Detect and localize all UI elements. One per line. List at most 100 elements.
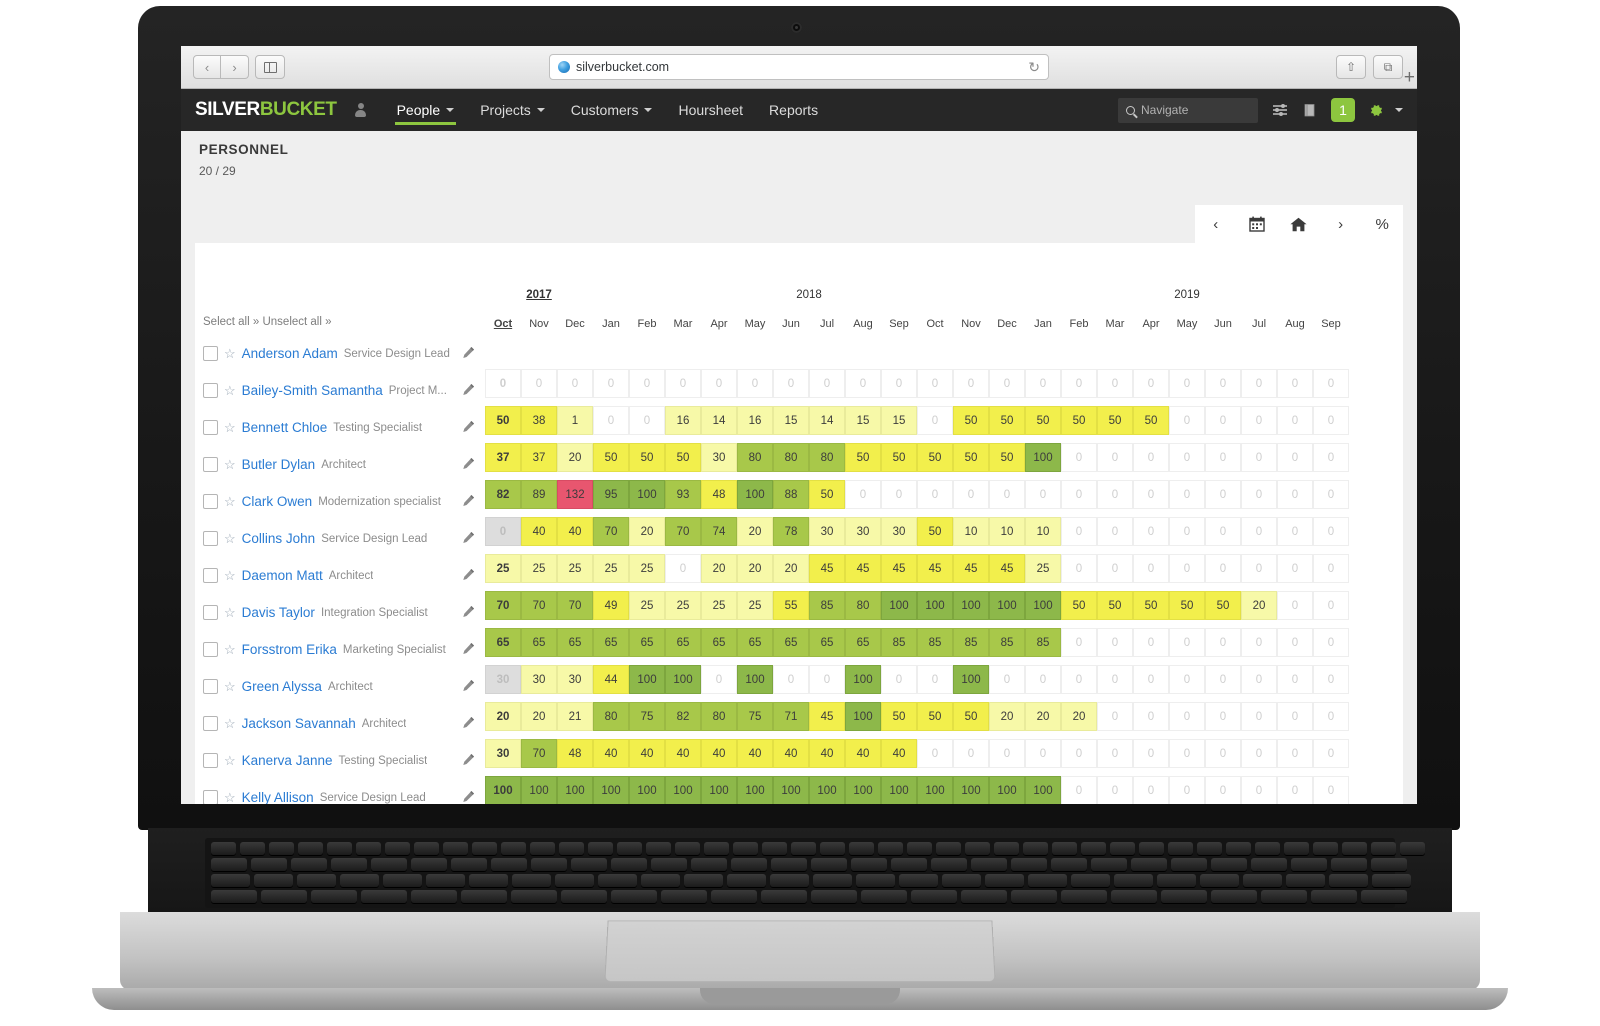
allocation-cell[interactable]: 74 xyxy=(701,517,737,546)
allocation-cell[interactable]: 14 xyxy=(701,406,737,435)
allocation-cell[interactable]: 65 xyxy=(485,628,521,657)
allocation-cell[interactable]: 0 xyxy=(1133,517,1169,546)
allocation-cell[interactable]: 85 xyxy=(953,628,989,657)
allocation-cell[interactable]: 25 xyxy=(521,554,557,583)
allocation-cell[interactable]: 48 xyxy=(701,480,737,509)
allocation-cell[interactable]: 45 xyxy=(917,554,953,583)
allocation-cell[interactable]: 0 xyxy=(665,369,701,398)
allocation-cell[interactable]: 45 xyxy=(845,554,881,583)
allocation-cell[interactable]: 75 xyxy=(737,702,773,731)
person-row[interactable]: ☆ Kelly Allison Service Design Lead xyxy=(195,779,485,804)
allocation-cell[interactable]: 50 xyxy=(953,443,989,472)
favorite-star-icon[interactable]: ☆ xyxy=(224,754,236,767)
allocation-cell[interactable]: 50 xyxy=(917,702,953,731)
month-header-cell[interactable]: May xyxy=(737,318,773,330)
allocation-cell[interactable]: 0 xyxy=(1205,480,1241,509)
allocation-cell[interactable]: 40 xyxy=(629,739,665,768)
allocation-cell[interactable]: 100 xyxy=(1025,443,1061,472)
allocation-cell[interactable]: 100 xyxy=(881,591,917,620)
person-name[interactable]: Jackson Savannah xyxy=(242,716,356,731)
allocation-cell[interactable]: 40 xyxy=(809,739,845,768)
allocation-cell[interactable]: 50 xyxy=(1097,406,1133,435)
allocation-cell[interactable]: 80 xyxy=(809,443,845,472)
allocation-cell[interactable]: 0 xyxy=(953,369,989,398)
allocation-cell[interactable]: 40 xyxy=(881,739,917,768)
allocation-cell[interactable]: 16 xyxy=(665,406,701,435)
allocation-cell[interactable]: 80 xyxy=(701,702,737,731)
allocation-cell[interactable]: 0 xyxy=(1061,480,1097,509)
allocation-cell[interactable]: 85 xyxy=(881,628,917,657)
person-checkbox[interactable] xyxy=(203,494,218,509)
favorite-star-icon[interactable]: ☆ xyxy=(224,347,236,360)
allocation-cell[interactable]: 0 xyxy=(1205,628,1241,657)
allocation-cell[interactable]: 0 xyxy=(1313,406,1349,435)
allocation-cell[interactable]: 0 xyxy=(1277,443,1313,472)
allocation-cell[interactable]: 50 xyxy=(1133,591,1169,620)
allocation-cell[interactable]: 50 xyxy=(881,702,917,731)
favorite-star-icon[interactable]: ☆ xyxy=(224,606,236,619)
allocation-cell[interactable]: 50 xyxy=(989,443,1025,472)
percent-toggle-button[interactable]: % xyxy=(1367,210,1397,238)
allocation-cell[interactable]: 0 xyxy=(1061,369,1097,398)
allocation-cell[interactable]: 49 xyxy=(593,591,629,620)
allocation-cell[interactable]: 0 xyxy=(1133,776,1169,804)
allocation-cell[interactable]: 100 xyxy=(917,776,953,804)
allocation-cell[interactable]: 65 xyxy=(557,628,593,657)
allocation-cell[interactable]: 0 xyxy=(1061,665,1097,694)
previous-period-button[interactable]: ‹ xyxy=(1201,210,1231,238)
allocation-cell[interactable]: 0 xyxy=(1169,443,1205,472)
allocation-cell[interactable]: 82 xyxy=(665,702,701,731)
allocation-cell[interactable]: 0 xyxy=(1097,776,1133,804)
person-row[interactable]: ☆ Butler Dylan Architect xyxy=(195,446,485,483)
allocation-cell[interactable]: 100 xyxy=(953,591,989,620)
allocation-cell[interactable]: 0 xyxy=(1025,665,1061,694)
allocation-cell[interactable]: 40 xyxy=(557,517,593,546)
allocation-cell[interactable]: 30 xyxy=(845,517,881,546)
person-checkbox[interactable] xyxy=(203,420,218,435)
allocation-cell[interactable]: 0 xyxy=(1313,554,1349,583)
allocation-cell[interactable]: 48 xyxy=(557,739,593,768)
month-header-cell[interactable]: Mar xyxy=(665,318,701,330)
allocation-cell[interactable]: 0 xyxy=(1313,480,1349,509)
allocation-cell[interactable]: 0 xyxy=(1061,739,1097,768)
allocation-cell[interactable]: 75 xyxy=(629,702,665,731)
allocation-cell[interactable]: 0 xyxy=(1277,480,1313,509)
allocation-cell[interactable]: 0 xyxy=(989,369,1025,398)
allocation-cell[interactable]: 0 xyxy=(1241,628,1277,657)
allocation-cell[interactable]: 80 xyxy=(773,443,809,472)
notification-badge[interactable]: 1 xyxy=(1331,98,1355,122)
person-checkbox[interactable] xyxy=(203,383,218,398)
nav-item-projects[interactable]: Projects xyxy=(467,89,558,131)
person-row[interactable]: ☆ Bailey-Smith Samantha Project M... xyxy=(195,372,485,409)
month-header-cell[interactable]: Apr xyxy=(1133,318,1169,330)
allocation-cell[interactable]: 0 xyxy=(773,665,809,694)
allocation-cell[interactable]: 100 xyxy=(665,776,701,804)
favorite-star-icon[interactable]: ☆ xyxy=(224,495,236,508)
allocation-cell[interactable]: 0 xyxy=(1133,665,1169,694)
allocation-cell[interactable]: 100 xyxy=(881,776,917,804)
allocation-cell[interactable]: 0 xyxy=(1169,517,1205,546)
allocation-cell[interactable]: 0 xyxy=(1097,702,1133,731)
allocation-cell[interactable]: 70 xyxy=(593,517,629,546)
person-row[interactable]: ☆ Daemon Matt Architect xyxy=(195,557,485,594)
allocation-cell[interactable]: 45 xyxy=(809,554,845,583)
allocation-cell[interactable]: 100 xyxy=(917,591,953,620)
allocation-cell[interactable]: 132 xyxy=(557,480,593,509)
browser-forward-button[interactable]: › xyxy=(221,55,249,79)
app-logo[interactable]: SILVERBUCKET xyxy=(195,99,337,121)
allocation-cell[interactable]: 0 xyxy=(1241,776,1277,804)
person-row[interactable]: ☆ Davis Taylor Integration Specialist xyxy=(195,594,485,631)
allocation-cell[interactable]: 0 xyxy=(1133,554,1169,583)
allocation-cell[interactable]: 0 xyxy=(1277,369,1313,398)
person-name[interactable]: Kelly Allison xyxy=(242,790,314,804)
month-header-cell[interactable]: Jan xyxy=(1025,318,1061,330)
allocation-cell[interactable]: 30 xyxy=(809,517,845,546)
person-checkbox[interactable] xyxy=(203,790,218,804)
allocation-cell[interactable]: 85 xyxy=(917,628,953,657)
edit-pencil-icon[interactable] xyxy=(462,346,475,362)
allocation-cell[interactable]: 0 xyxy=(1241,739,1277,768)
person-row[interactable]: ☆ Bennett Chloe Testing Specialist xyxy=(195,409,485,446)
month-header-cell[interactable]: Feb xyxy=(1061,318,1097,330)
favorite-star-icon[interactable]: ☆ xyxy=(224,421,236,434)
person-row[interactable]: ☆ Jackson Savannah Architect xyxy=(195,705,485,742)
